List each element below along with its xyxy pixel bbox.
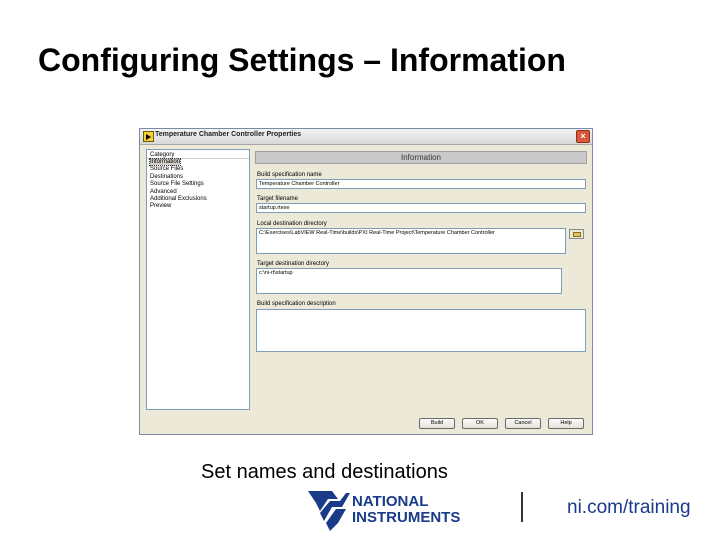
category-list: Information Source Files Destinations So… (147, 158, 249, 211)
target-dest-dir-label: Target destination directory (257, 261, 330, 267)
category-item-preview[interactable]: Preview (150, 203, 246, 210)
labview-vi-icon (143, 131, 154, 142)
category-header: Category (147, 150, 249, 159)
category-item-additional-exclusions[interactable]: Additional Exclusions (150, 196, 246, 203)
ok-button[interactable]: OK (462, 418, 498, 429)
category-item-advanced[interactable]: Advanced (150, 189, 246, 196)
build-spec-name-input[interactable]: Temperature Chamber Controller (256, 179, 586, 189)
target-filename-label: Target filename (257, 196, 299, 202)
target-filename-input[interactable]: startup.rtexe (256, 203, 586, 213)
category-item-destinations[interactable]: Destinations (150, 174, 246, 181)
slide-title: Configuring Settings – Information (38, 42, 566, 78)
footer-link[interactable]: ni.com/training (567, 497, 691, 519)
category-item-information[interactable]: Information (148, 158, 246, 166)
eagle-mark (308, 491, 350, 531)
browse-button[interactable] (569, 229, 584, 239)
panel-header: Information (255, 151, 587, 164)
dialog-title: Temperature Chamber Controller Propertie… (155, 131, 302, 138)
ni-eagle-logo: NATIONAL INSTRUMENTS (308, 491, 460, 531)
properties-dialog: Temperature Chamber Controller Propertie… (139, 128, 593, 435)
build-spec-name-label: Build specification name (257, 172, 322, 178)
footer-divider (521, 492, 523, 522)
target-dest-dir-input[interactable]: c:\ni-rt\startup (256, 268, 562, 294)
logo-text-national: NATIONAL (352, 493, 428, 510)
category-item-source-files[interactable]: Source Files (150, 166, 246, 173)
dialog-titlebar[interactable]: Temperature Chamber Controller Propertie… (140, 129, 592, 145)
logo-text-instruments: INSTRUMENTS (352, 509, 460, 526)
category-item-source-file-settings[interactable]: Source File Settings (150, 181, 246, 188)
category-list-panel: Category Information Source Files Destin… (146, 149, 250, 410)
description-textarea[interactable] (256, 309, 586, 352)
description-label: Build specification description (257, 301, 336, 307)
folder-icon (573, 232, 581, 237)
slide-subtitle: Set names and destinations (201, 461, 448, 483)
cancel-button[interactable]: Cancel (505, 418, 541, 429)
close-button[interactable]: × (576, 130, 590, 143)
local-dest-dir-input[interactable]: C:\Exercises\LabVIEW Real-Time\builds\PX… (256, 228, 566, 254)
help-button[interactable]: Help (548, 418, 584, 429)
local-dest-dir-label: Local destination directory (257, 221, 327, 227)
build-button[interactable]: Build (419, 418, 455, 429)
